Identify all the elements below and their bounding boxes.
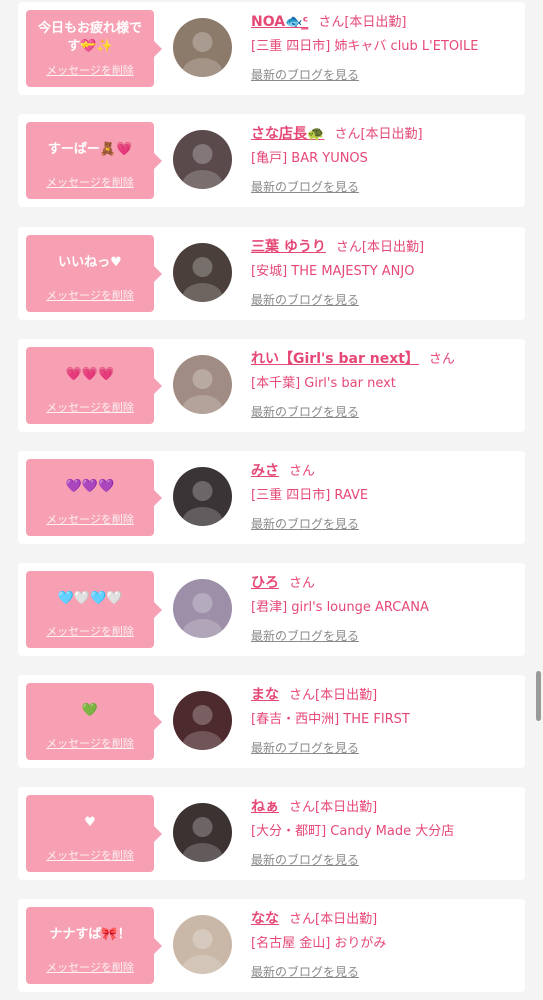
message-card: 💗💗💗 メッセージを削除 れい【Girl's bar next】 さん [本千葉]… bbox=[18, 339, 525, 432]
cast-name-link[interactable]: ねぁ bbox=[251, 799, 279, 815]
message-bubble: いいねっ♥ メッセージを削除 bbox=[26, 235, 162, 312]
latest-blog-link[interactable]: 最新のブログを見る bbox=[251, 850, 519, 870]
delete-message-link[interactable]: メッセージを削除 bbox=[26, 847, 154, 863]
shop-label: [三重 四日市] RAVE bbox=[251, 488, 369, 503]
delete-message-link[interactable]: メッセージを削除 bbox=[26, 62, 154, 78]
avatar[interactable] bbox=[173, 579, 232, 638]
message-card: 🩵🤍🩵🤍 メッセージを削除 ひろ さん [君津] girl's lounge AR… bbox=[18, 563, 525, 656]
latest-blog-link[interactable]: 最新のブログを見る bbox=[251, 514, 519, 534]
cast-name-link[interactable]: なな bbox=[251, 911, 279, 927]
cast-name-link[interactable]: 三葉 ゆうり bbox=[251, 239, 326, 255]
cast-suffix: さん[本日出勤] bbox=[289, 688, 378, 703]
delete-message-link[interactable]: メッセージを削除 bbox=[26, 959, 154, 975]
delete-message-link[interactable]: メッセージを削除 bbox=[26, 623, 154, 639]
message-bubble: ♥ メッセージを削除 bbox=[26, 795, 162, 872]
message-text: 🩵🤍🩵🤍 bbox=[57, 591, 123, 606]
cast-name-link[interactable]: ひろ bbox=[251, 575, 279, 591]
avatar[interactable] bbox=[173, 130, 232, 189]
latest-blog-link[interactable]: 最新のブログを見る bbox=[251, 626, 519, 646]
message-card: いいねっ♥ メッセージを削除 三葉 ゆうり さん[本日出勤] [安城] THE M… bbox=[18, 227, 525, 320]
message-bubble: ナナすば🎀！ メッセージを削除 bbox=[26, 907, 162, 984]
delete-message-link[interactable]: メッセージを削除 bbox=[26, 735, 154, 751]
cast-suffix: さん[本日出勤] bbox=[318, 15, 407, 30]
cast-name-link[interactable]: れい【Girl's bar next】 bbox=[251, 351, 419, 367]
cast-name-link[interactable]: さな店長🐢 bbox=[251, 126, 324, 142]
shop-label: [本千葉] Girl's bar next bbox=[251, 376, 396, 391]
cast-suffix: さん[本日出勤] bbox=[334, 127, 423, 142]
message-bubble: 🩵🤍🩵🤍 メッセージを削除 bbox=[26, 571, 162, 648]
shop-label: [君津] girl's lounge ARCANA bbox=[251, 600, 429, 615]
cast-suffix: さん bbox=[289, 464, 316, 479]
avatar[interactable] bbox=[173, 467, 232, 526]
cast-name-link[interactable]: みさ bbox=[251, 463, 279, 479]
shop-label: [大分・都町] Candy Made 大分店 bbox=[251, 824, 455, 839]
latest-blog-link[interactable]: 最新のブログを見る bbox=[251, 290, 519, 310]
avatar[interactable] bbox=[173, 243, 232, 302]
message-card: すーぱー🧸💗 メッセージを削除 さな店長🐢 さん[本日出勤] [亀戸] BAR Y… bbox=[18, 114, 525, 207]
latest-blog-link[interactable]: 最新のブログを見る bbox=[251, 177, 519, 197]
message-card: 今日もお疲れ様です💝✨ メッセージを削除 NOA🐟ᶜ̲ さん[本日出勤] [三重 … bbox=[18, 2, 525, 95]
latest-blog-link[interactable]: 最新のブログを見る bbox=[251, 738, 519, 758]
message-bubble: 💚 メッセージを削除 bbox=[26, 683, 162, 760]
message-text: 今日もお疲れ様です💝✨ bbox=[37, 21, 142, 54]
message-text: ♥ bbox=[84, 815, 96, 830]
cast-suffix: さん bbox=[428, 352, 455, 367]
message-text: すーぱー🧸💗 bbox=[47, 142, 133, 157]
message-card: 💚 メッセージを削除 まな さん[本日出勤] [春吉・西中洲] THE FIRST… bbox=[18, 675, 525, 768]
delete-message-link[interactable]: メッセージを削除 bbox=[26, 287, 154, 303]
shop-label: [春吉・西中洲] THE FIRST bbox=[251, 712, 410, 727]
avatar[interactable] bbox=[173, 691, 232, 750]
scrollbar-thumb[interactable] bbox=[536, 671, 541, 721]
shop-label: [亀戸] BAR YUNOS bbox=[251, 151, 368, 166]
avatar[interactable] bbox=[173, 915, 232, 974]
message-text: ナナすば🎀！ bbox=[49, 927, 131, 942]
delete-message-link[interactable]: メッセージを削除 bbox=[26, 174, 154, 190]
cast-suffix: さん[本日出勤] bbox=[289, 800, 378, 815]
latest-blog-link[interactable]: 最新のブログを見る bbox=[251, 962, 519, 982]
message-bubble: 💜💜💜 メッセージを削除 bbox=[26, 459, 162, 536]
latest-blog-link[interactable]: 最新のブログを見る bbox=[251, 402, 519, 422]
avatar[interactable] bbox=[173, 355, 232, 414]
message-bubble: すーぱー🧸💗 メッセージを削除 bbox=[26, 122, 162, 199]
message-text: いいねっ♥ bbox=[58, 255, 122, 270]
delete-message-link[interactable]: メッセージを削除 bbox=[26, 399, 154, 415]
avatar[interactable] bbox=[173, 18, 232, 77]
avatar[interactable] bbox=[173, 803, 232, 862]
cast-suffix: さん[本日出勤] bbox=[335, 240, 425, 255]
shop-label: [安城] THE MAJESTY ANJO bbox=[251, 264, 415, 279]
latest-blog-link[interactable]: 最新のブログを見る bbox=[251, 65, 519, 85]
message-text: 💗💗💗 bbox=[65, 367, 115, 382]
shop-label: [三重 四日市] 姉キャバ club L'ETOILE bbox=[251, 39, 479, 54]
message-card: ♥ メッセージを削除 ねぁ さん[本日出勤] [大分・都町] Candy Made… bbox=[18, 787, 525, 880]
message-bubble: 今日もお疲れ様です💝✨ メッセージを削除 bbox=[26, 10, 162, 87]
cast-suffix: さん bbox=[289, 576, 316, 591]
message-card: ナナすば🎀！ メッセージを削除 なな さん[本日出勤] [名古屋 金山] おりがみ… bbox=[18, 899, 525, 992]
shop-label: [名古屋 金山] おりがみ bbox=[251, 936, 387, 951]
message-bubble: 💗💗💗 メッセージを削除 bbox=[26, 347, 162, 424]
cast-name-link[interactable]: NOA🐟ᶜ̲ bbox=[251, 14, 308, 30]
cast-name-link[interactable]: まな bbox=[251, 687, 279, 703]
cast-suffix: さん[本日出勤] bbox=[289, 912, 378, 927]
message-text: 💚 bbox=[81, 703, 99, 718]
message-text: 💜💜💜 bbox=[65, 479, 115, 494]
message-card: 💜💜💜 メッセージを削除 みさ さん [三重 四日市] RAVE 最新のブログを見… bbox=[18, 451, 525, 544]
delete-message-link[interactable]: メッセージを削除 bbox=[26, 511, 154, 527]
